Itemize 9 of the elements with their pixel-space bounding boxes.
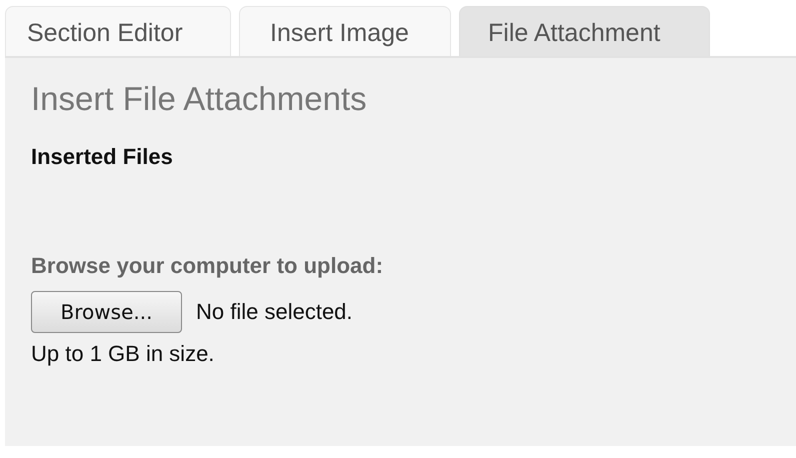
section-label: Inserted Files: [31, 144, 174, 170]
panel-title: Insert File Attachments: [31, 80, 368, 118]
tab[interactable]: File Attachment: [459, 6, 710, 56]
browse-button[interactable]: Browse...: [31, 291, 182, 333]
tab[interactable]: Section Editor: [5, 6, 231, 56]
size-note: Up to 1 GB in size.: [31, 341, 216, 367]
tab[interactable]: Insert Image: [239, 6, 451, 56]
file-status: No file selected.: [196, 299, 353, 325]
upload-label: Browse your computer to upload:: [31, 253, 384, 279]
